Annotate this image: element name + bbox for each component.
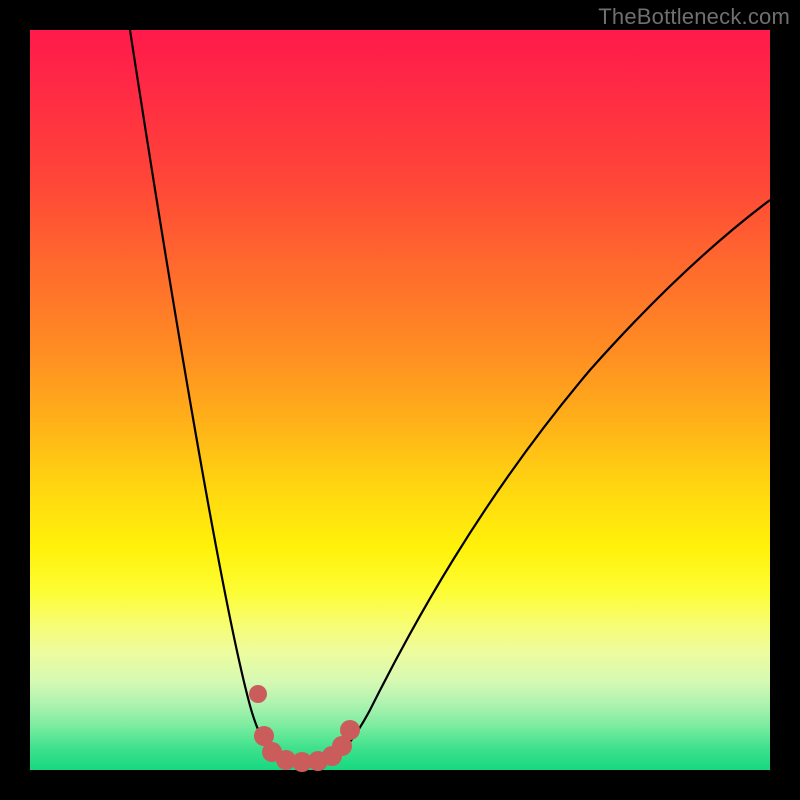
highlight-markers: [249, 685, 360, 772]
curve-path: [130, 30, 770, 763]
bottleneck-curve: [30, 30, 770, 770]
watermark-text: TheBottleneck.com: [598, 4, 790, 30]
chart-frame: TheBottleneck.com: [0, 0, 800, 800]
gradient-plot-area: [30, 30, 770, 770]
